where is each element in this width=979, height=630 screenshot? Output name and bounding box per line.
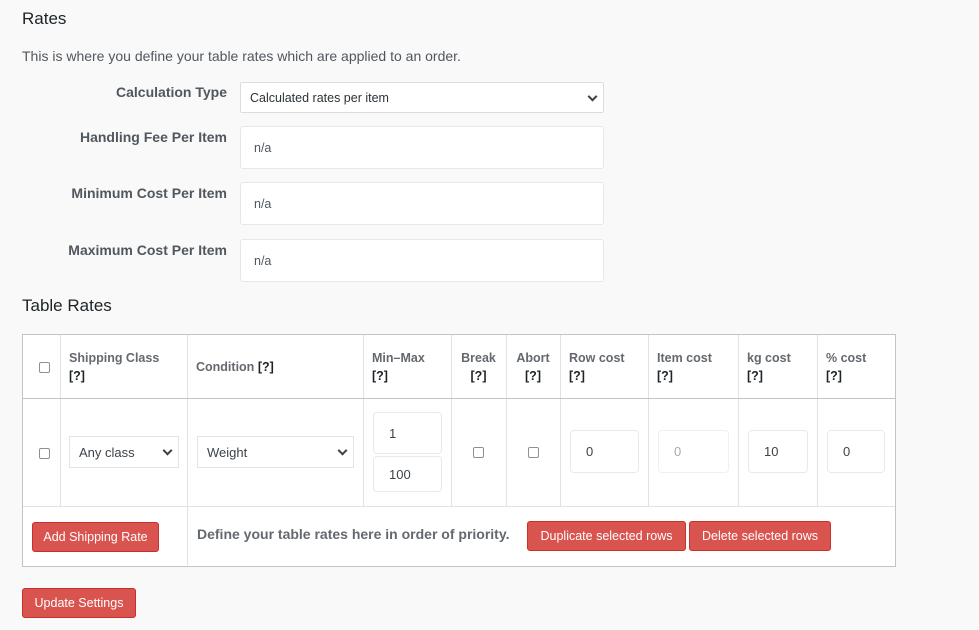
help-link[interactable]: [?] (569, 367, 648, 385)
column-label: Abort (516, 351, 550, 365)
kg-cost-input[interactable]: 10 (748, 430, 808, 473)
column-label: Break (461, 351, 496, 365)
handling-fee-placeholder: n/a (254, 140, 272, 155)
column-header-abort: Abort [?] (506, 335, 560, 399)
max-value: 100 (389, 466, 411, 482)
column-header-item-cost: Item cost [?] (648, 335, 738, 399)
column-header-min-max: Min–Max [?] (363, 335, 451, 399)
minimum-cost-label: Minimum Cost Per Item (71, 185, 227, 201)
rates-heading: Rates (22, 9, 67, 28)
chevron-down-icon (337, 445, 348, 456)
column-label: kg cost (747, 351, 791, 365)
calculation-type-label: Calculation Type (116, 84, 227, 100)
handling-fee-input[interactable]: n/a (240, 126, 604, 169)
calculation-type-row: Calculation Type Calculated rates per it… (0, 82, 620, 113)
item-cost-placeholder: 0 (674, 444, 682, 459)
condition-value: Weight (207, 444, 248, 460)
duplicate-selected-rows-button[interactable]: Duplicate selected rows (527, 521, 686, 551)
column-header-shipping-class: Shipping Class [?] (60, 335, 187, 399)
min-input[interactable]: 1 (373, 412, 442, 454)
minimum-cost-placeholder: n/a (254, 196, 272, 211)
kg-cost-value: 10 (764, 444, 779, 459)
percent-cost-input[interactable]: 0 (827, 430, 885, 473)
percent-cost-value: 0 (843, 444, 851, 459)
help-link[interactable]: [?] (69, 367, 187, 385)
help-link[interactable]: [?] (525, 367, 541, 385)
column-header-kg-cost: kg cost [?] (738, 335, 817, 399)
minimum-cost-row: Minimum Cost Per Item n/a (0, 182, 620, 225)
shipping-class-value: Any class (79, 444, 135, 460)
break-checkbox[interactable] (473, 447, 484, 458)
column-label: % cost (826, 351, 867, 365)
help-link[interactable]: [?] (372, 367, 451, 385)
update-settings-button[interactable]: Update Settings (22, 588, 136, 618)
help-link[interactable]: [?] (258, 358, 274, 376)
table-rates-help-text: Define your table rates here in order of… (197, 526, 510, 542)
handling-fee-label: Handling Fee Per Item (79, 129, 227, 145)
rates-description: This is where you define your table rate… (22, 48, 461, 64)
abort-checkbox[interactable] (528, 447, 539, 458)
table-rates-heading: Table Rates (22, 296, 112, 315)
column-header-row-cost: Row cost [?] (560, 335, 648, 399)
item-cost-input[interactable]: 0 (658, 430, 729, 473)
column-header-condition: Condition [?] (187, 335, 363, 399)
handling-fee-row: Handling Fee Per Item n/a (0, 126, 620, 169)
column-label: Min–Max (372, 351, 425, 365)
chevron-down-icon (587, 91, 598, 102)
maximum-cost-label: Maximum Cost Per Item (68, 242, 227, 258)
calculation-type-value: Calculated rates per item (250, 90, 389, 105)
maximum-cost-row: Maximum Cost Per Item n/a (0, 239, 620, 282)
minimum-cost-input[interactable]: n/a (240, 182, 604, 225)
help-link[interactable]: [?] (471, 367, 487, 385)
row-select-checkbox[interactable] (39, 448, 50, 459)
column-header-break: Break [?] (451, 335, 506, 399)
min-value: 1 (389, 425, 397, 441)
shipping-class-select[interactable]: Any class (69, 436, 179, 468)
help-link[interactable]: [?] (657, 367, 738, 385)
maximum-cost-placeholder: n/a (254, 253, 272, 268)
help-link[interactable]: [?] (747, 367, 817, 385)
calculation-type-select[interactable]: Calculated rates per item (240, 82, 604, 113)
column-label: Condition (196, 360, 255, 374)
column-label: Row cost (569, 351, 625, 365)
table-header-row: Shipping Class [?] Condition [?] Min–Max… (23, 335, 895, 399)
help-link[interactable]: [?] (826, 367, 895, 385)
select-all-checkbox[interactable] (39, 362, 50, 373)
row-cost-input[interactable]: 0 (570, 430, 639, 473)
column-header-percent-cost: % cost [?] (817, 335, 895, 399)
max-input[interactable]: 100 (373, 456, 442, 492)
table-row: Any class Weight 1 100 0 0 10 0 (23, 399, 895, 507)
add-shipping-rate-button[interactable]: Add Shipping Rate (32, 522, 159, 552)
column-label: Shipping Class (69, 351, 160, 365)
column-label: Item cost (657, 351, 712, 365)
row-cost-value: 0 (586, 444, 594, 459)
delete-selected-rows-button[interactable]: Delete selected rows (689, 521, 831, 551)
condition-select[interactable]: Weight (197, 436, 354, 468)
chevron-down-icon (162, 445, 173, 456)
maximum-cost-input[interactable]: n/a (240, 239, 604, 282)
